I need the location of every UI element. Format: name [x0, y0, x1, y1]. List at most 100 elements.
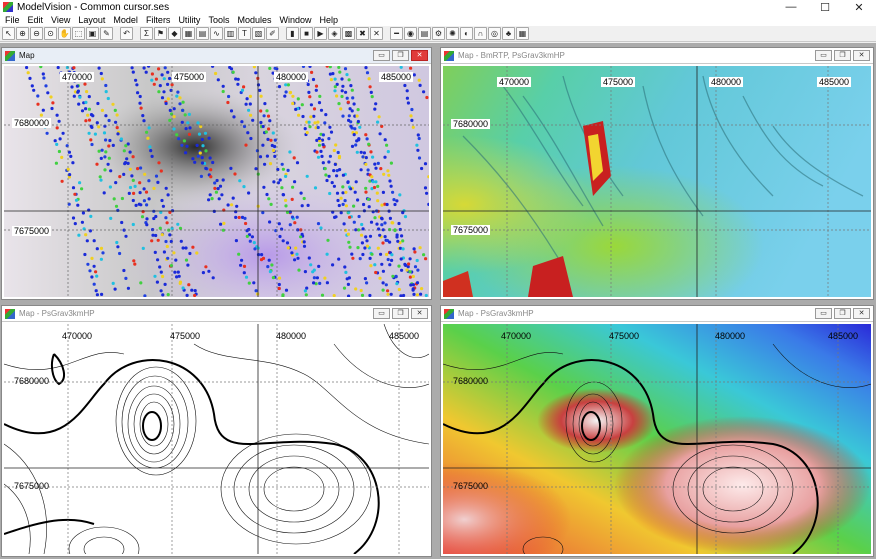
child-restore-button[interactable]: ❐: [834, 50, 851, 61]
line-tool[interactable]: ▤: [196, 27, 209, 40]
child-title-bar[interactable]: Map ▭ ❐ ✕: [2, 48, 431, 64]
toolbar-separator: [134, 27, 139, 40]
table2-tool[interactable]: ▦: [516, 27, 529, 40]
record-tool[interactable]: ◈: [328, 27, 341, 40]
map-window-bmrtp[interactable]: Map - BmRTP, PsGrav3kmHP ▭ ❐ ✕ 470000 47…: [440, 47, 874, 300]
cross-hair-tool[interactable]: ✕: [370, 27, 383, 40]
grid-label-x: 485000: [379, 72, 414, 82]
child-minimize-button[interactable]: ▭: [373, 308, 390, 319]
grid-tool[interactable]: ▦: [182, 27, 195, 40]
menu-help[interactable]: Help: [317, 14, 344, 26]
target-tool[interactable]: ◎: [488, 27, 501, 40]
grid-label-y: 7675000: [451, 225, 491, 235]
child-close-button[interactable]: ✕: [411, 308, 428, 319]
mdi-workspace: Map ▭ ❐ ✕ 470000 475000 480000 485000 76…: [0, 43, 876, 559]
child-minimize-button[interactable]: ▭: [373, 50, 390, 61]
menu-view[interactable]: View: [48, 14, 75, 26]
map-window-main[interactable]: Map ▭ ❐ ✕ 470000 475000 480000 485000 76…: [1, 47, 432, 300]
globe-tool[interactable]: ◉: [404, 27, 417, 40]
child-restore-button[interactable]: ❐: [392, 50, 409, 61]
window-title: ModelVision - Common cursor.ses: [17, 1, 170, 13]
menu-utility[interactable]: Utility: [175, 14, 205, 26]
child-title-bar[interactable]: Map - PsGrav3kmHP ▭ ❐ ✕: [2, 306, 431, 322]
measure-tool[interactable]: ✎: [100, 27, 113, 40]
flag-tool[interactable]: ⚑: [154, 27, 167, 40]
map-image-magnetic-rtp: [443, 66, 871, 297]
gear-tool[interactable]: ⚙: [432, 27, 445, 40]
fit-tool[interactable]: ▣: [86, 27, 99, 40]
menu-file[interactable]: File: [2, 14, 25, 26]
map-image-contours: [4, 324, 429, 554]
child-title-bar[interactable]: Map - BmRTP, PsGrav3kmHP ▭ ❐ ✕: [441, 48, 873, 64]
stop-tool[interactable]: ■: [300, 27, 313, 40]
grid-label-y: 7675000: [12, 226, 52, 236]
undo-tool[interactable]: ↶: [120, 27, 133, 40]
map-icon: [5, 50, 15, 61]
grid-label-x: 485000: [389, 331, 420, 341]
toolbar: ↖ ⊕ ⊖ ⊙ ✋ ⬚ ▣ ✎ ↶ Σ ⚑ ◆ ▦ ▤ ∿ ▥ T ▧ ✐ ▮ ■ ▶ ◈ ▩ ✖ ✕ ━ ◉ ▤ ⚙ ✺ ◐ ∩ ◎ ♣ ▦: [0, 26, 876, 42]
grid-label-x: 480000: [274, 72, 309, 82]
grid-label-x: 475000: [609, 331, 640, 341]
menu-bar: File Edit View Layout Model Filters Util…: [0, 14, 876, 26]
grid-label-y: 7680000: [451, 119, 491, 129]
magnet-tool[interactable]: ∩: [474, 27, 487, 40]
checker-tool[interactable]: ▩: [342, 27, 355, 40]
menu-model[interactable]: Model: [110, 14, 143, 26]
menu-window[interactable]: Window: [276, 14, 316, 26]
paint-tool[interactable]: ✐: [266, 27, 279, 40]
select-region-tool[interactable]: ⬚: [72, 27, 85, 40]
tree-tool[interactable]: ♣: [502, 27, 515, 40]
child-minimize-button[interactable]: ▭: [815, 308, 832, 319]
map-window-gravity-contours[interactable]: Map - PsGrav3kmHP ▭ ❐ ✕ 470000 475000 48…: [1, 305, 432, 557]
calc-tool[interactable]: ▧: [252, 27, 265, 40]
cross-tool[interactable]: ✖: [356, 27, 369, 40]
lightbulb-tool[interactable]: ✺: [446, 27, 459, 40]
database-tool[interactable]: ▤: [418, 27, 431, 40]
toolbar-separator: [280, 27, 285, 40]
section-tool[interactable]: ◐: [460, 27, 473, 40]
grid-label-x: 480000: [715, 331, 746, 341]
close-button[interactable]: ✕: [842, 0, 876, 14]
profile-tool[interactable]: ∿: [210, 27, 223, 40]
map-icon: [444, 50, 454, 61]
child-title-bar[interactable]: Map - PsGrav3kmHP ▭ ❐ ✕: [441, 306, 873, 322]
menu-layout[interactable]: Layout: [75, 14, 110, 26]
grid-label-x: 485000: [828, 331, 859, 341]
grid-label-x: 475000: [601, 77, 636, 87]
child-close-button[interactable]: ✕: [853, 308, 870, 319]
map-canvas[interactable]: 470000 475000 480000 485000 7680000 7675…: [4, 324, 429, 554]
map-canvas[interactable]: 470000 475000 480000 485000 7680000 7675…: [4, 66, 429, 297]
play-tool[interactable]: ▶: [314, 27, 327, 40]
child-close-button[interactable]: ✕: [411, 50, 428, 61]
map-canvas[interactable]: 470000 475000 480000 485000 7680000 7675…: [443, 324, 871, 554]
zoom-tool[interactable]: ⊙: [44, 27, 57, 40]
menu-filters[interactable]: Filters: [143, 14, 176, 26]
map-icon: [444, 308, 454, 319]
grid-label-x: 470000: [62, 331, 93, 341]
child-minimize-button[interactable]: ▭: [815, 50, 832, 61]
text-tool[interactable]: T: [238, 27, 251, 40]
menu-edit[interactable]: Edit: [25, 14, 49, 26]
menu-tools[interactable]: Tools: [205, 14, 234, 26]
table-tool[interactable]: ▥: [224, 27, 237, 40]
grid-label-x: 470000: [497, 77, 532, 87]
child-restore-button[interactable]: ❐: [834, 308, 851, 319]
body-tool[interactable]: ◆: [168, 27, 181, 40]
bars-tool[interactable]: ▮: [286, 27, 299, 40]
grid-label-x: 470000: [501, 331, 532, 341]
ruler-tool[interactable]: ━: [390, 27, 403, 40]
grid-label-x: 475000: [170, 331, 201, 341]
zoom-in-tool[interactable]: ⊕: [16, 27, 29, 40]
minimize-button[interactable]: —: [774, 0, 808, 14]
grid-label-y: 7680000: [453, 376, 489, 386]
maximize-button[interactable]: ☐: [808, 0, 842, 14]
pointer-tool[interactable]: ↖: [2, 27, 15, 40]
map-canvas[interactable]: 470000 475000 480000 485000 7680000 7675…: [443, 66, 871, 297]
zoom-out-tool[interactable]: ⊖: [30, 27, 43, 40]
pan-tool[interactable]: ✋: [58, 27, 71, 40]
child-restore-button[interactable]: ❐: [392, 308, 409, 319]
sum-tool[interactable]: Σ: [140, 27, 153, 40]
menu-modules[interactable]: Modules: [234, 14, 276, 26]
child-close-button[interactable]: ✕: [853, 50, 870, 61]
map-window-gravity-colour[interactable]: Map - PsGrav3kmHP ▭ ❐ ✕ 470000 475000 48…: [440, 305, 874, 557]
